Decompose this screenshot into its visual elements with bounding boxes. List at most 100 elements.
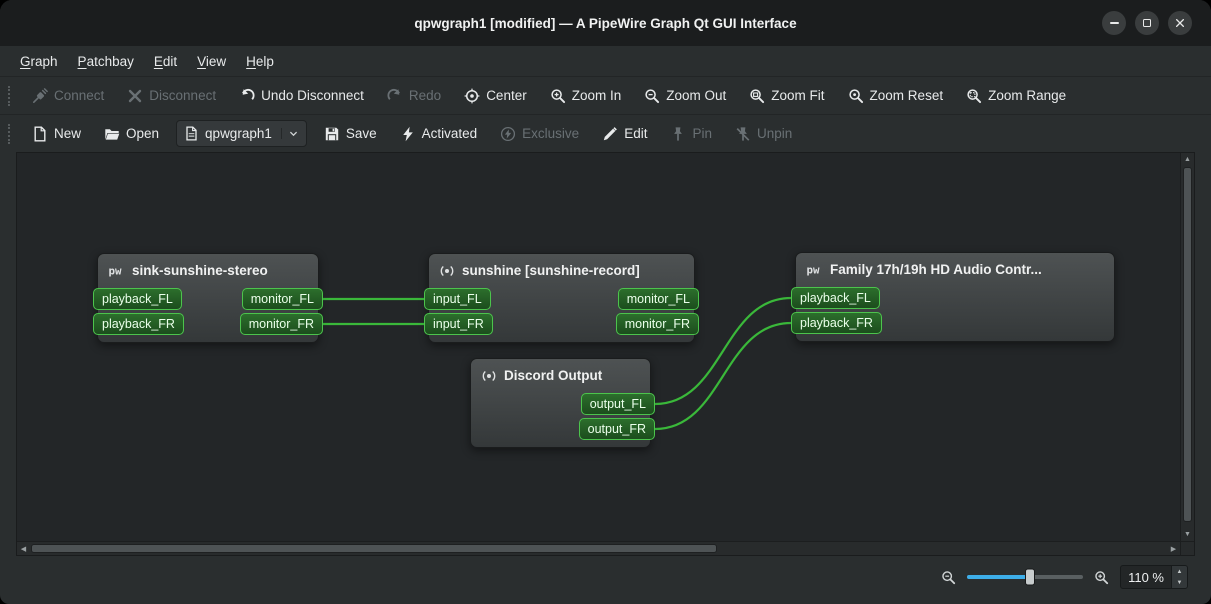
zoom-out-button[interactable]: Zoom Out [635,83,735,109]
record-icon [481,368,497,384]
horizontal-scrollbar[interactable]: ◀ ▶ [17,541,1180,555]
scroll-left-icon: ◀ [20,545,27,553]
zoom-in-button[interactable]: Zoom In [541,83,631,109]
zoom-spinbox[interactable]: 110 % ▲ ▼ [1120,565,1188,589]
node-header[interactable]: pw sink-sunshine-stereo [98,254,318,287]
minimize-button[interactable] [1102,11,1126,35]
horizontal-scrollbar-thumb[interactable] [31,544,718,553]
port-monitor_FL[interactable]: monitor_FL [241,288,323,310]
zoom-out-icon [644,88,660,104]
toolbar-patchbay: New Open qpwgraph1 Save Activated Exclusive Ed… [0,114,1211,152]
maximize-icon [1143,19,1151,27]
menu-help[interactable]: Help [236,50,284,73]
zoom-slider-handle[interactable] [1024,568,1035,586]
port-playback_FL[interactable]: playback_FL [93,288,182,310]
edit-button[interactable]: Edit [593,121,656,147]
port-output_FR[interactable]: output_FR [578,418,655,440]
svg-text:pw: pw [807,264,820,277]
menu-graph[interactable]: Graph [10,50,68,73]
disconnect-label: Disconnect [149,88,217,103]
node-header[interactable]: Discord Output [471,359,650,392]
disconnect-button: Disconnect [118,83,225,109]
menu-view[interactable]: View [187,50,236,73]
pin-icon [670,126,686,142]
statusbar: 110 % ▲ ▼ [0,556,1211,604]
spin-down-button[interactable]: ▼ [1172,577,1187,588]
zoom-reset-button[interactable]: Zoom Reset [839,83,953,109]
menu-patchbay[interactable]: Patchbay [68,50,144,73]
vertical-scrollbar[interactable]: ▲ ▼ [1180,153,1194,541]
undo-disconnect-button[interactable]: Undo Disconnect [230,83,373,109]
scroll-up-button[interactable]: ▲ [1181,153,1194,166]
vertical-scrollbar-thumb[interactable] [1183,167,1192,522]
zoom-reset-icon [848,88,864,104]
patchbay-file-icon [184,126,199,141]
scroll-down-icon: ▼ [1184,531,1191,538]
spin-up-button[interactable]: ▲ [1172,566,1187,577]
activated-button[interactable]: Activated [391,121,487,147]
node-header[interactable]: pw Family 17h/19h HD Audio Contr... [796,253,1114,286]
node-sunshine[interactable]: sunshine [sunshine-record] input_FL monito… [424,253,699,343]
close-button[interactable] [1168,11,1192,35]
pencil-icon [602,126,618,142]
node-title: sunshine [sunshine-record] [462,263,640,278]
zoom-fit-icon [749,88,765,104]
zoom-slider[interactable] [967,568,1084,586]
scroll-down-button[interactable]: ▼ [1181,528,1194,541]
chevron-down-icon [280,128,299,139]
patchbay-profile-combo[interactable]: qpwgraph1 [176,120,307,147]
disconnect-icon [127,88,143,104]
zoom-in-icon[interactable] [1094,570,1109,585]
new-button[interactable]: New [23,121,90,147]
center-button[interactable]: Center [455,83,536,109]
redo-label: Redo [408,88,442,103]
menubar: Graph Patchbay Edit View Help [0,46,1211,76]
zoom-reset-label: Zoom Reset [869,88,944,103]
port-monitor_FL[interactable]: monitor_FL [617,288,699,310]
toolbar-drag-handle[interactable] [8,123,13,144]
zoom-in-icon [550,88,566,104]
zoom-fit-button[interactable]: Zoom Fit [740,83,833,109]
graph-view-frame: pw sink-sunshine-stereo playback_FL monitor… [16,152,1195,556]
port-playback_FR[interactable]: playback_FR [791,312,882,334]
open-folder-icon [104,126,120,142]
connect-label: Connect [54,88,105,103]
zoom-out-icon[interactable] [941,570,956,585]
redo-icon [387,88,403,104]
node-sink-sunshine-stereo[interactable]: pw sink-sunshine-stereo playback_FL monitor… [93,253,323,343]
new-label: New [54,126,82,141]
zoom-value: 110 % [1128,569,1164,585]
zoom-in-label: Zoom In [571,88,622,103]
port-input_FR[interactable]: input_FR [424,313,493,335]
port-monitor_FR[interactable]: monitor_FR [239,313,323,335]
node-discord-output[interactable]: Discord Output output_FL output_FR [470,358,655,448]
scroll-left-button[interactable]: ◀ [17,542,30,555]
toolbar-drag-handle[interactable] [8,85,13,106]
save-button[interactable]: Save [315,121,386,147]
maximize-button[interactable] [1135,11,1159,35]
scroll-right-button[interactable]: ▶ [1167,542,1180,555]
minimize-icon [1109,22,1119,24]
titlebar[interactable]: qpwgraph1 [modified] — A PipeWire Graph … [0,0,1211,46]
port-output_FL[interactable]: output_FL [580,393,655,415]
node-family-hd-audio[interactable]: pw Family 17h/19h HD Audio Contr... playba… [791,252,1115,342]
port-playback_FR[interactable]: playback_FR [93,313,184,335]
port-monitor_FR[interactable]: monitor_FR [615,313,699,335]
connect-button: Connect [23,83,113,109]
connect-icon [32,87,48,104]
node-header[interactable]: sunshine [sunshine-record] [429,254,694,287]
open-button[interactable]: Open [95,121,168,147]
unpin-icon [735,126,751,142]
graph-canvas[interactable]: pw sink-sunshine-stereo playback_FL monitor… [17,153,1180,541]
scrollbar-corner [1180,541,1194,555]
zoom-range-button[interactable]: Zoom Range [957,83,1075,109]
node-title: sink-sunshine-stereo [132,263,268,278]
menu-edit[interactable]: Edit [144,50,187,73]
pipewire-icon: pw [806,262,823,277]
pin-label: Pin [692,126,712,141]
port-playback_FL[interactable]: playback_FL [791,287,880,309]
edit-label: Edit [624,126,648,141]
port-input_FL[interactable]: input_FL [424,288,491,310]
undo-icon [239,88,255,104]
close-icon [1174,17,1186,29]
